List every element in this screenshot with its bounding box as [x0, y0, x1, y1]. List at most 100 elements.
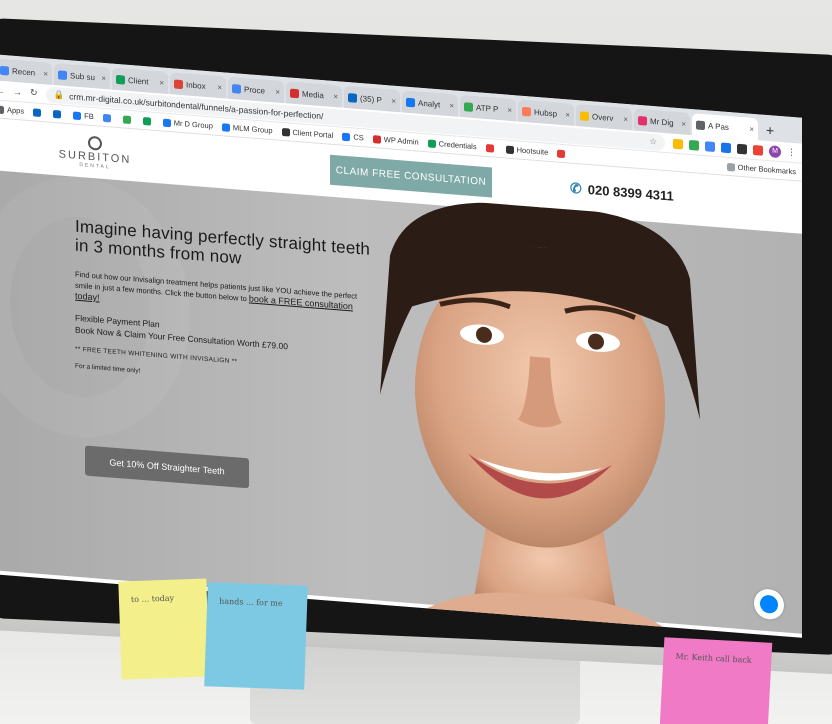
extension-icon[interactable] — [689, 139, 699, 151]
logo-subtitle: DENTAL — [79, 161, 111, 170]
bookmark-item[interactable]: Mr D Group — [162, 118, 213, 131]
tab-favicon-icon — [696, 119, 705, 130]
forward-icon[interactable]: → — [13, 86, 22, 97]
bookmark-icon — [427, 138, 436, 148]
messenger-chat-icon[interactable] — [754, 588, 784, 621]
folder-icon — [726, 162, 735, 172]
tab-label: (35) P — [360, 93, 382, 105]
bookmark-item[interactable]: Apps — [0, 104, 25, 116]
bookmark-icon — [53, 109, 62, 119]
reload-icon[interactable]: ↻ — [30, 87, 38, 99]
bookmark-label: Credentials — [438, 139, 477, 152]
close-tab-icon[interactable]: × — [159, 78, 164, 87]
surbiton-logo[interactable]: SURBITON DENTAL — [50, 132, 140, 172]
browser-tab[interactable]: Sub su × — [54, 63, 110, 90]
bookmark-item[interactable]: Credentials — [427, 138, 477, 152]
tab-label: ATP P — [476, 102, 499, 114]
bookmark-item[interactable]: Hootsuite — [505, 145, 549, 157]
tab-favicon-icon — [580, 110, 589, 121]
bookmark-label: Hootsuite — [516, 145, 549, 157]
bookmark-item[interactable] — [485, 143, 497, 153]
bookmark-item[interactable] — [53, 109, 64, 119]
close-tab-icon[interactable]: × — [275, 87, 280, 96]
other-bookmarks[interactable]: Other Bookmarks — [726, 162, 796, 176]
tab-favicon-icon — [174, 78, 183, 89]
blue-sticky-note: hands ... for me — [204, 582, 308, 690]
browser-tab[interactable]: ATP P × — [460, 94, 516, 122]
bookmark-item[interactable]: Client Portal — [281, 127, 333, 140]
extension-icon[interactable] — [753, 144, 763, 156]
browser-tab[interactable]: Analyt × — [402, 90, 458, 117]
pink-sticky-note: Mr. Keith call back — [659, 637, 773, 724]
close-tab-icon[interactable]: × — [391, 96, 396, 105]
profile-avatar[interactable]: M — [769, 144, 781, 158]
phone-number[interactable]: ✆ 020 8399 4311 — [570, 180, 674, 205]
logo-mark — [88, 135, 102, 151]
tab-favicon-icon — [232, 83, 241, 94]
tab-label: Client — [128, 75, 149, 86]
close-tab-icon[interactable]: × — [565, 110, 570, 119]
bookmark-label: FB — [84, 111, 94, 122]
close-tab-icon[interactable]: × — [507, 105, 512, 114]
bookmark-item[interactable]: FB — [73, 111, 94, 122]
hero-section: Imagine having perfectly straight teeth … — [0, 168, 802, 638]
extension-icon[interactable] — [705, 140, 715, 152]
bookmark-item[interactable]: WP Admin — [372, 134, 419, 147]
close-tab-icon[interactable]: × — [43, 69, 48, 78]
tab-favicon-icon — [348, 92, 357, 103]
hero-headline: Imagine having perfectly straight teeth … — [75, 216, 371, 268]
messenger-bubble — [760, 594, 778, 614]
close-tab-icon[interactable]: × — [217, 82, 222, 91]
discount-cta-button[interactable]: Get 10% Off Straighter Teeth — [85, 445, 249, 489]
close-tab-icon[interactable]: × — [681, 119, 686, 128]
bookmark-item[interactable]: MLM Group — [221, 122, 273, 136]
tab-label: Overv — [592, 111, 614, 123]
tab-label: Recen — [12, 66, 36, 78]
monitor: Recen × Sub su × Client × Inbox × Proce × Media × (3… — [0, 18, 832, 656]
bookmark-label: Apps — [7, 105, 25, 116]
hero-copy: Imagine having perfectly straight teeth … — [75, 217, 375, 394]
tab-label: Media — [302, 89, 324, 100]
close-tab-icon[interactable]: × — [101, 73, 106, 82]
tab-label: A Pas — [708, 120, 729, 132]
browser-tab[interactable]: Client × — [112, 67, 168, 94]
close-tab-icon[interactable]: × — [449, 101, 454, 110]
extension-icon[interactable] — [737, 143, 747, 154]
close-tab-icon[interactable]: × — [749, 124, 754, 133]
bookmark-icon — [73, 111, 82, 120]
bookmark-item[interactable] — [33, 107, 44, 117]
new-tab-button[interactable]: + — [760, 119, 780, 143]
back-icon[interactable]: ← — [0, 85, 5, 96]
browser-tab[interactable]: Overv × — [576, 104, 632, 131]
close-tab-icon[interactable]: × — [623, 114, 628, 123]
extension-icon[interactable] — [673, 138, 683, 149]
menu-icon[interactable]: ⋮ — [787, 147, 796, 159]
browser-tab[interactable]: Proce × — [228, 76, 284, 104]
bookmark-item[interactable] — [122, 114, 134, 124]
browser-tab[interactable]: Media × — [286, 81, 342, 108]
bookmark-label: MLM Group — [232, 123, 273, 136]
bookmark-label: WP Admin — [383, 134, 419, 147]
bookmark-icon — [221, 122, 230, 132]
tab-favicon-icon — [464, 101, 473, 112]
extension-icon[interactable] — [721, 141, 731, 153]
browser-tab[interactable]: Inbox × — [170, 72, 226, 99]
browser-tab[interactable]: Recen × — [0, 58, 52, 85]
star-icon[interactable]: ☆ — [649, 136, 657, 148]
close-tab-icon[interactable]: × — [333, 91, 338, 100]
browser-tab[interactable]: Mr Dig × — [634, 108, 690, 136]
browser-tab[interactable]: (35) P × — [344, 85, 400, 113]
bookmark-icon — [122, 114, 131, 124]
bookmark-item[interactable] — [142, 116, 154, 126]
browser-window: Recen × Sub su × Client × Inbox × Proce × Media × (3… — [0, 54, 802, 638]
tab-favicon-icon — [116, 74, 125, 85]
bookmark-icon — [485, 143, 494, 153]
bookmark-item[interactable] — [557, 149, 568, 158]
claim-consultation-button[interactable]: CLAIM FREE CONSULTATION — [330, 154, 492, 198]
bookmark-label: Mr D Group — [173, 118, 213, 131]
bookmark-item[interactable] — [102, 113, 114, 122]
bookmark-icon — [342, 132, 351, 141]
browser-tab[interactable]: Hubsp × — [518, 99, 574, 126]
tab-favicon-icon — [406, 97, 415, 107]
bookmark-item[interactable]: CS — [342, 132, 364, 142]
